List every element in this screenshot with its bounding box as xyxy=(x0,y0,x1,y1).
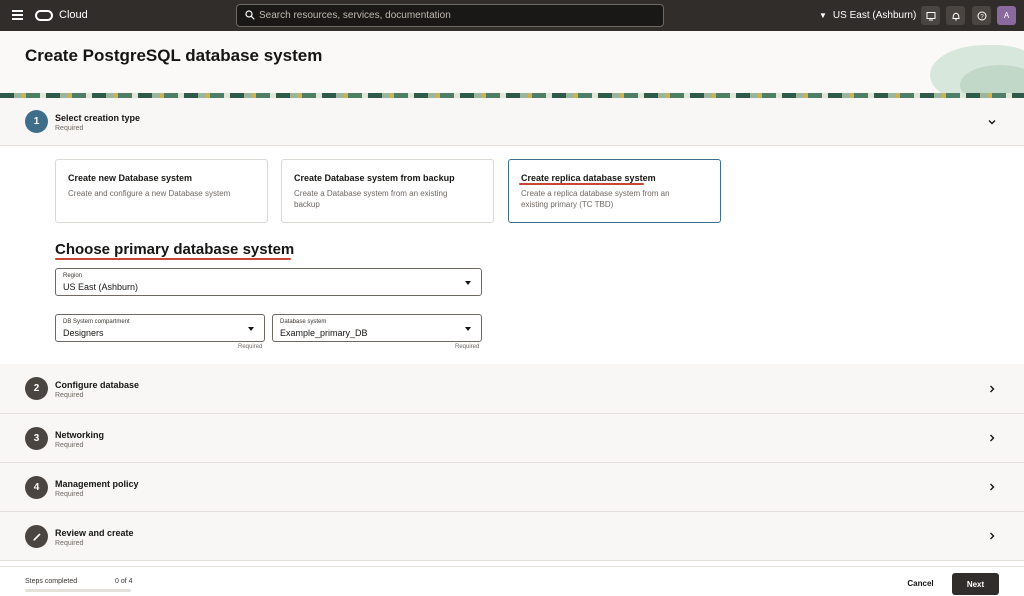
step-title: Configure database xyxy=(55,380,140,390)
steps-progress-bar xyxy=(25,589,131,592)
next-button[interactable]: Next xyxy=(952,573,999,595)
option-card-description: Create a replica database system from an… xyxy=(521,189,670,209)
steps-completed-label: Steps completed xyxy=(25,578,78,585)
chevron-right-icon xyxy=(990,532,995,540)
region-select[interactable]: Region US East (Ashburn) xyxy=(55,268,482,296)
region-label: US East (Ashburn) xyxy=(832,10,917,21)
user-avatar[interactable]: A xyxy=(997,6,1016,25)
menu-icon[interactable] xyxy=(12,10,23,20)
page-title: Create PostgreSQL database system xyxy=(25,46,323,65)
chevron-right-icon xyxy=(990,434,995,442)
step-title: Review and create xyxy=(55,528,134,538)
option-card-description: Create a Database system from an existin… xyxy=(294,189,448,209)
option-card-title: Create new Database system xyxy=(68,173,193,183)
step-subtitle: Required xyxy=(55,491,84,498)
page-header: Create PostgreSQL database system xyxy=(0,31,1024,93)
step-subtitle: Required xyxy=(55,540,84,547)
step-title: Select creation type xyxy=(55,113,141,123)
cloud-shell-icon xyxy=(926,11,935,20)
step-subtitle: Required xyxy=(55,392,84,399)
cloud-shell-button[interactable] xyxy=(921,6,940,25)
step-title: Management policy xyxy=(55,479,139,489)
step-subtitle: Required xyxy=(55,125,84,132)
section-heading: Choose primary database system xyxy=(55,241,295,258)
field-value: Designers xyxy=(63,328,104,338)
caret-down-icon xyxy=(465,327,471,331)
caret-down-icon xyxy=(465,281,471,285)
bell-icon xyxy=(951,12,960,21)
step-select-creation-type[interactable]: 1 Select creation type Required xyxy=(0,98,1024,146)
step-number-badge: 3 xyxy=(25,427,48,450)
step-number-badge: 2 xyxy=(25,377,48,400)
step-management-policy[interactable]: 4 Management policy Required xyxy=(0,463,1024,512)
caret-down-icon xyxy=(248,327,254,331)
step-number-badge xyxy=(25,525,48,548)
field-helper-text: Required xyxy=(238,344,263,350)
field-helper-text: Required xyxy=(455,344,480,350)
field-label: DB System compartment xyxy=(63,319,130,325)
steps-completed-count: 0 of 4 xyxy=(115,578,133,585)
step-number-badge: 4 xyxy=(25,476,48,499)
option-card-title: Create Database system from backup xyxy=(294,173,455,183)
step-review-and-create[interactable]: Review and create Required xyxy=(0,512,1024,561)
option-card-title: Create replica database system xyxy=(521,173,656,183)
database-system-select[interactable]: Database system Example_primary_DB xyxy=(272,314,482,342)
field-value: Example_primary_DB xyxy=(280,328,368,338)
search-box[interactable] xyxy=(236,4,664,27)
region-selector[interactable]: ▼ US East (Ashburn) xyxy=(819,10,916,21)
chevron-down-icon: ▼ xyxy=(819,11,827,20)
wizard-footer: Steps completed 0 of 4 Cancel Next xyxy=(0,566,1024,596)
compartment-select[interactable]: DB System compartment Designers xyxy=(55,314,265,342)
option-card-new-db-system[interactable]: Create new Database system Create and co… xyxy=(55,159,268,223)
help-button[interactable]: ? xyxy=(972,6,991,25)
chevron-right-icon xyxy=(990,483,995,491)
option-card-replica[interactable]: Create replica database system Create a … xyxy=(508,159,721,223)
step-configure-database[interactable]: 2 Configure database Required xyxy=(0,364,1024,414)
step-subtitle: Required xyxy=(55,442,84,449)
pencil-icon xyxy=(32,532,41,541)
field-label: Database system xyxy=(280,319,327,325)
search-icon xyxy=(245,10,255,20)
top-navigation-bar: Cloud ▼ US East (Ashburn) ? A xyxy=(0,0,1024,31)
field-label: Region xyxy=(63,273,83,279)
step-networking[interactable]: 3 Networking Required xyxy=(0,414,1024,463)
cancel-button[interactable]: Cancel xyxy=(898,575,943,591)
field-value: US East (Ashburn) xyxy=(63,282,139,292)
step-number-badge: 1 xyxy=(25,110,48,133)
chevron-down-icon[interactable] xyxy=(986,116,998,128)
oracle-logo-icon[interactable] xyxy=(35,10,53,21)
chevron-right-icon xyxy=(990,385,995,393)
step-title: Networking xyxy=(55,430,105,440)
option-card-from-backup[interactable]: Create Database system from backup Creat… xyxy=(281,159,494,223)
notifications-button[interactable] xyxy=(946,6,965,25)
brand-name[interactable]: Cloud xyxy=(59,9,88,21)
help-icon: ? xyxy=(977,11,986,20)
search-input[interactable] xyxy=(259,6,659,25)
annotation-underline xyxy=(55,258,291,260)
annotation-underline xyxy=(519,183,644,185)
option-card-description: Create and configure a new Database syst… xyxy=(68,189,231,198)
